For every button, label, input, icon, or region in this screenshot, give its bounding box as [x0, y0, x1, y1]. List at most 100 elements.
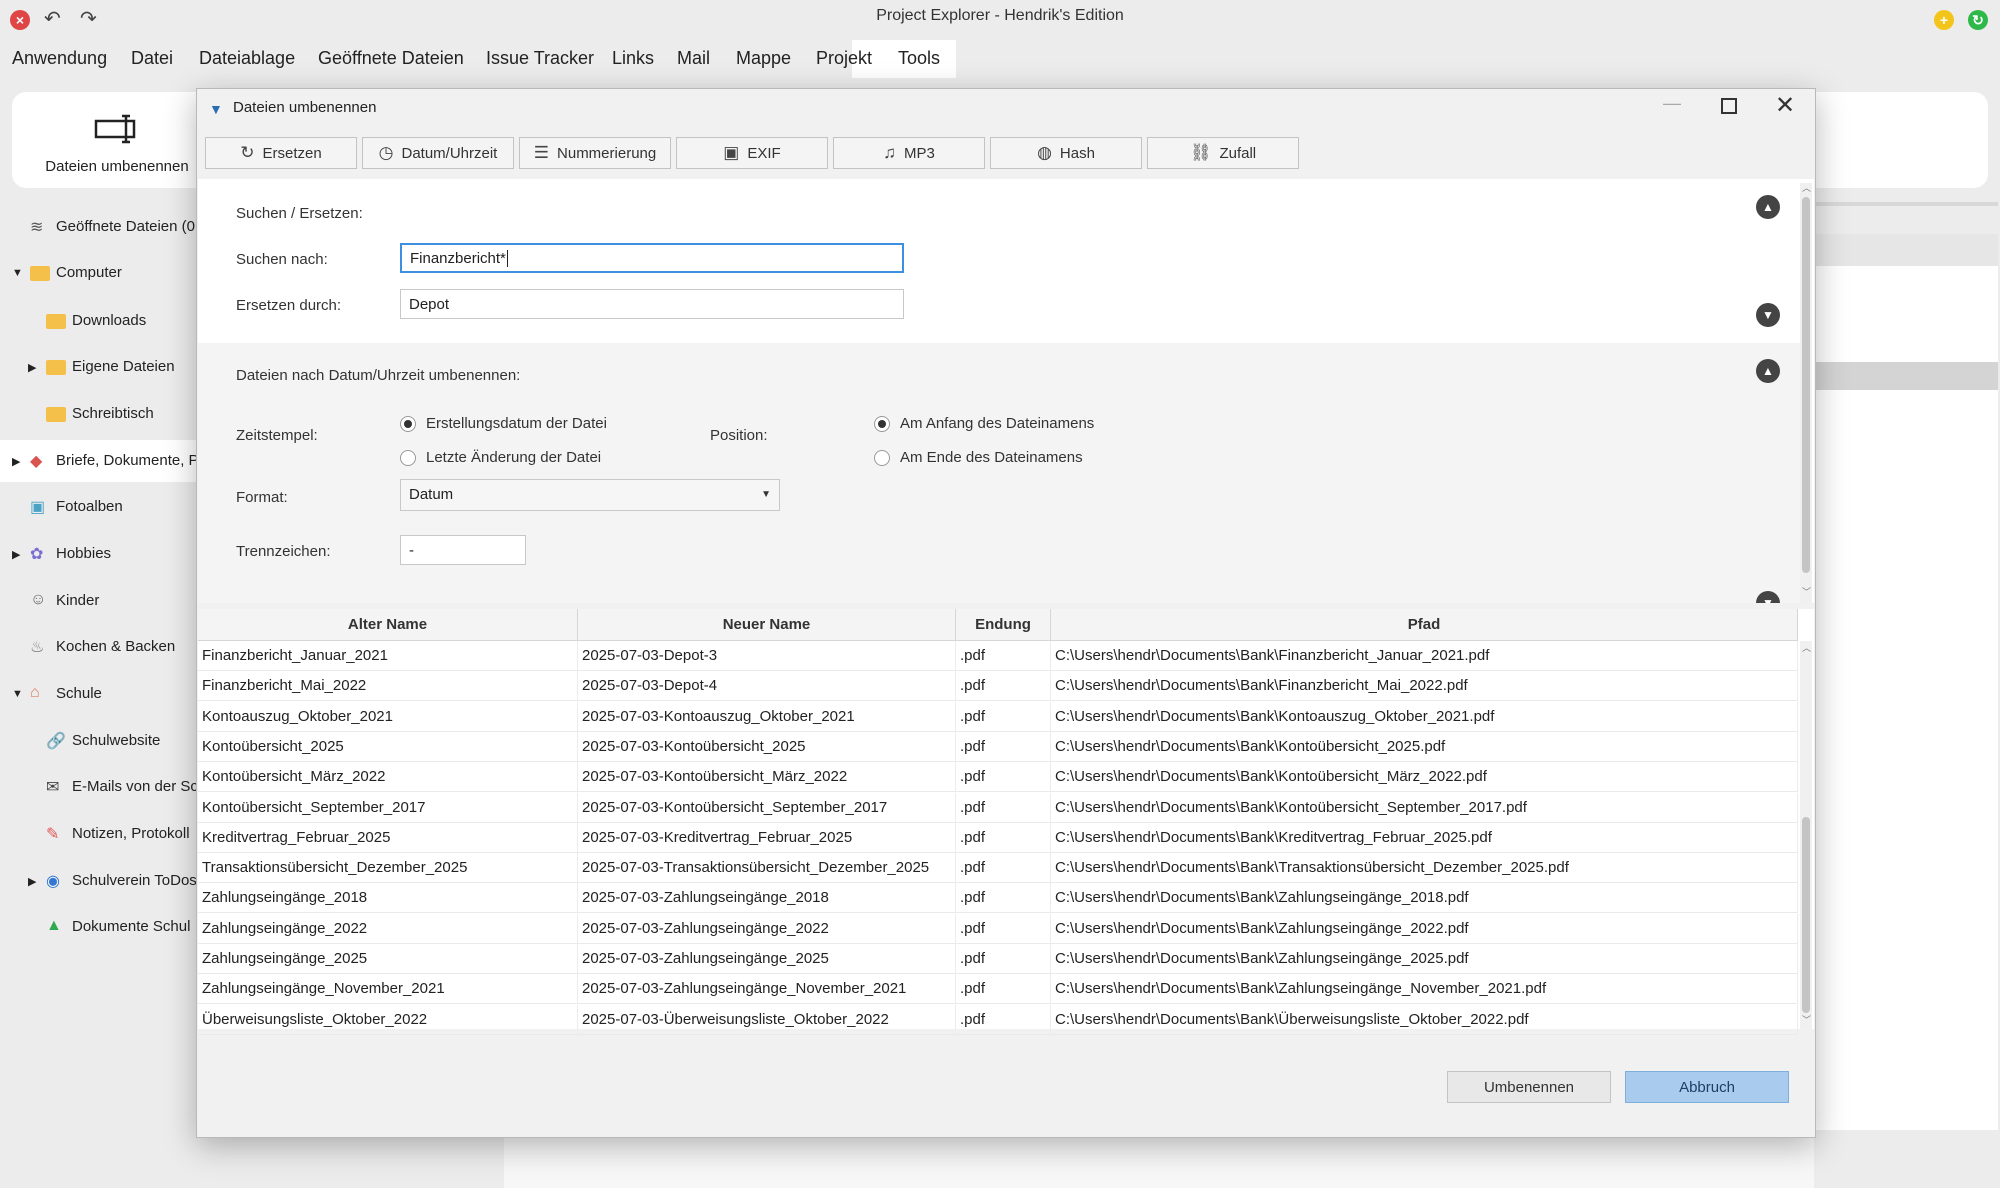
- menu-item-mail[interactable]: Mail: [677, 48, 710, 69]
- scrollbar-thumb[interactable]: [1802, 817, 1810, 1013]
- menu-item-dateiablage[interactable]: Dateiablage: [199, 48, 295, 69]
- scrollbar-thumb[interactable]: [1802, 197, 1810, 573]
- table-cell: 2025-07-03-Kontoübersicht_2025: [578, 731, 956, 762]
- table-row[interactable]: Zahlungseingänge_2018 2025-07-03-Zahlungs…: [198, 883, 1798, 914]
- table-row[interactable]: Finanzbericht_Januar_2021 2025-07-03-Depo…: [198, 641, 1798, 671]
- table-row[interactable]: Kontoauszug_Oktober_2021 2025-07-03-Konto…: [198, 701, 1798, 732]
- sidebar-item-label: Hobbies: [56, 545, 112, 562]
- radio-button[interactable]: [874, 416, 890, 432]
- table-cell: Zahlungseingänge_2018: [198, 883, 578, 914]
- sidebar-item-dokumente-schul[interactable]: ▲ Dokumente Schul: [0, 912, 196, 942]
- maximize-icon[interactable]: [1721, 98, 1737, 114]
- expand-arrow-icon[interactable]: ▶: [28, 875, 36, 888]
- menu-item-anwendung[interactable]: Anwendung: [12, 48, 107, 69]
- column-header-neuer-name[interactable]: Neuer Name: [578, 609, 956, 641]
- expand-down-icon[interactable]: ▼: [1756, 303, 1780, 327]
- table-row[interactable]: Kontoübersicht_2025 2025-07-03-Kontoübers…: [198, 731, 1798, 762]
- tab-datum-uhrzeit[interactable]: ◷ Datum/Uhrzeit: [362, 137, 514, 169]
- menu-item-tools[interactable]: Tools: [898, 48, 940, 69]
- sidebar-item-fotoalben[interactable]: ▣ Fotoalben: [0, 492, 196, 522]
- collapse-arrow-icon[interactable]: ▼: [12, 267, 23, 279]
- tab-hash[interactable]: ◍ Hash: [990, 137, 1142, 169]
- sidebar-item-label: Schulwebsite: [72, 732, 161, 749]
- scroll-down-icon[interactable]: ﹀: [1802, 585, 1811, 598]
- table-row[interactable]: Transaktionsübersicht_Dezember_2025 2025-…: [198, 853, 1798, 884]
- tab-mp3[interactable]: ♫ MP3: [833, 137, 985, 169]
- scroll-down-icon[interactable]: ﹀: [1802, 1013, 1811, 1026]
- table-row[interactable]: Finanzbericht_Mai_2022 2025-07-03-Depot-4…: [198, 671, 1798, 702]
- sidebar-item-notizen-protokoll[interactable]: ✎ Notizen, Protokoll: [0, 819, 196, 849]
- table-row[interactable]: Zahlungseingänge_2025 2025-07-03-Zahlungs…: [198, 944, 1798, 974]
- menu-item-links[interactable]: Links: [612, 48, 654, 69]
- menu-item-projekt[interactable]: Projekt: [816, 48, 872, 69]
- sidebar-item-schulverein-todos[interactable]: ▶ ◉ Schulverein ToDos: [0, 866, 197, 896]
- radio-button[interactable]: [400, 450, 416, 466]
- table-cell: .pdf: [956, 853, 1051, 884]
- scroll-up-icon[interactable]: ︿: [1802, 181, 1811, 194]
- sidebar-item-label: Dokumente Schul: [72, 918, 191, 935]
- sidebar-item-schulwebsite[interactable]: 🔗 Schulwebsite: [0, 726, 196, 756]
- close-dialog-icon[interactable]: ✕: [1775, 91, 1795, 120]
- timestamp-option-1[interactable]: Letzte Änderung der Datei: [400, 447, 640, 469]
- tab-ersetzen[interactable]: ↻ Ersetzen: [205, 137, 357, 169]
- format-select[interactable]: Datum ▼: [400, 479, 780, 511]
- sidebar-item-label: Kochen & Backen: [56, 638, 176, 655]
- collapse-up-icon[interactable]: ▲: [1756, 359, 1780, 383]
- add-icon[interactable]: +: [1934, 10, 1954, 30]
- separator-input[interactable]: -: [400, 535, 526, 565]
- column-header-alter-name[interactable]: Alter Name: [198, 609, 578, 641]
- sidebar-item-downloads[interactable]: Downloads: [0, 306, 196, 336]
- menu-item-datei[interactable]: Datei: [131, 48, 173, 69]
- position-option-1[interactable]: Am Ende des Dateinamens: [874, 447, 1114, 469]
- table-row[interactable]: Kontoübersicht_März_2022 2025-07-03-Konto…: [198, 762, 1798, 793]
- radio-button[interactable]: [400, 416, 416, 432]
- sidebar-item-briefe-dokumente-p[interactable]: ▶ ◆ Briefe, Dokumente, P: [0, 446, 199, 476]
- options-scrollbar[interactable]: ︿ ﹀: [1800, 183, 1812, 603]
- menu-item-issue-tracker[interactable]: Issue Tracker: [486, 48, 594, 69]
- table-scrollbar[interactable]: ︿ ﹀: [1800, 641, 1812, 1029]
- sidebar-item-eigene-dateien[interactable]: ▶ Eigene Dateien: [0, 352, 196, 382]
- table-row[interactable]: Überweisungsliste_Oktober_2022 2025-07-03…: [198, 1004, 1798, 1035]
- table-row[interactable]: Kontoübersicht_September_2017 2025-07-03-…: [198, 792, 1798, 823]
- sidebar-item-schreibtisch[interactable]: Schreibtisch: [0, 399, 196, 429]
- replace-input[interactable]: Depot: [400, 289, 904, 319]
- expand-arrow-icon[interactable]: ▶: [28, 361, 36, 374]
- table-row[interactable]: Zahlungseingänge_2022 2025-07-03-Zahlungs…: [198, 913, 1798, 944]
- collapse-up-icon[interactable]: ▲: [1756, 195, 1780, 219]
- rename-button[interactable]: Umbenennen: [1447, 1071, 1611, 1103]
- collapse-arrow-icon[interactable]: ▼: [12, 688, 23, 700]
- table-cell: .pdf: [956, 913, 1051, 944]
- cancel-button[interactable]: Abbruch: [1625, 1071, 1789, 1103]
- tab-nummerierung[interactable]: ☰ Nummerierung: [519, 137, 671, 169]
- scroll-up-icon[interactable]: ︿: [1802, 641, 1811, 654]
- sidebar-item-kinder[interactable]: ☺ Kinder: [0, 586, 196, 616]
- position-option-0[interactable]: Am Anfang des Dateinamens: [874, 413, 1114, 435]
- sync-icon[interactable]: ↻: [1968, 10, 1988, 30]
- menu-item-mappe[interactable]: Mappe: [736, 48, 791, 69]
- table-row[interactable]: Zahlungseingänge_November_2021 2025-07-03…: [198, 974, 1798, 1005]
- tab-exif[interactable]: ▣ EXIF: [676, 137, 828, 169]
- menu-item-geöffnete-dateien[interactable]: Geöffnete Dateien: [318, 48, 464, 69]
- sidebar-item-geöffnete-dateien-0[interactable]: ≋ Geöffnete Dateien (0: [0, 212, 196, 242]
- sidebar-item-computer[interactable]: ▼ Computer: [0, 258, 196, 288]
- radio-button[interactable]: [874, 450, 890, 466]
- sidebar-item-schule[interactable]: ▼ ⌂ Schule: [0, 679, 196, 709]
- sidebar-item-e-mails-von-der-sc[interactable]: ✉ E-Mails von der Sc: [0, 772, 198, 802]
- sidebar-item-kochen-backen[interactable]: ♨ Kochen & Backen: [0, 632, 196, 662]
- minimize-icon[interactable]: —: [1663, 93, 1681, 114]
- expand-arrow-icon[interactable]: ▶: [12, 548, 20, 561]
- sidebar-item-label: Downloads: [72, 312, 147, 329]
- table-row[interactable]: Kreditvertrag_Februar_2025 2025-07-03-Kre…: [198, 822, 1798, 853]
- tab-zufall[interactable]: ⛓ Zufall: [1147, 137, 1299, 169]
- rename-files-ribbon-button[interactable]: Dateien umbenennen: [32, 96, 202, 186]
- column-header-pfad[interactable]: Pfad: [1051, 609, 1798, 641]
- timestamp-option-0[interactable]: Erstellungsdatum der Datei: [400, 413, 640, 435]
- expand-down-icon[interactable]: ▼: [1756, 591, 1780, 603]
- sidebar-item-hobbies[interactable]: ▶ ✿ Hobbies: [0, 539, 196, 569]
- column-header-endung[interactable]: Endung: [956, 609, 1051, 641]
- sidebar-item-label: Schulverein ToDos: [72, 872, 197, 889]
- search-input[interactable]: Finanzbericht*: [400, 243, 904, 273]
- table-cell: Kontoübersicht_September_2017: [198, 792, 578, 823]
- window-title: Project Explorer - Hendrik's Edition: [876, 7, 1124, 24]
- expand-arrow-icon[interactable]: ▶: [12, 455, 20, 468]
